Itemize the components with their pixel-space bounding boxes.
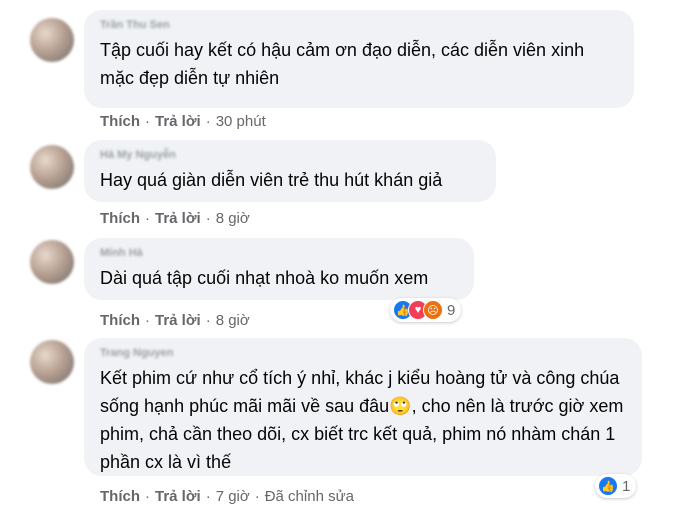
comment-actions: Thích · Trả lời · 8 giờ xyxy=(100,209,250,229)
reaction-count: 1 xyxy=(622,477,631,495)
avatar[interactable] xyxy=(30,240,74,284)
avatar[interactable] xyxy=(30,340,74,384)
comment-actions: Thích · Trả lời · 30 phút xyxy=(100,112,266,132)
reaction-summary[interactable]: 👍 1 xyxy=(595,474,637,498)
reply-button[interactable]: Trả lời xyxy=(155,312,201,329)
reaction-summary[interactable]: 👍 ♥ ☹ 9 xyxy=(390,298,462,322)
comment-text: Hay quá giàn diễn viên trẻ thu hút khán … xyxy=(100,170,443,190)
like-button[interactable]: Thích xyxy=(100,113,140,130)
separator: · xyxy=(205,210,211,227)
comment-text: Dài quá tập cuối nhạt nhoà ko muốn xem xyxy=(100,268,429,288)
like-button[interactable]: Thích xyxy=(100,312,140,329)
comment-author[interactable]: Trần Thu Sen xyxy=(100,18,618,32)
comment-bubble: Minh Hà Dài quá tập cuối nhạt nhoà ko mu… xyxy=(84,238,474,300)
reaction-count: 9 xyxy=(447,301,456,319)
separator: · xyxy=(205,113,211,130)
comment-actions: Thích · Trả lời · 8 giờ xyxy=(100,311,250,331)
separator: · xyxy=(145,488,150,505)
reply-button[interactable]: Trả lời xyxy=(155,113,201,130)
like-icon: 👍 xyxy=(598,476,618,496)
comment-bubble: Trang Nguyen Kết phim cứ như cổ tích ý n… xyxy=(84,338,642,476)
timestamp[interactable]: 8 giờ xyxy=(216,312,250,329)
comment-text: Tập cuối hay kết có hậu cảm ơn đạo diễn,… xyxy=(100,40,585,88)
separator: · xyxy=(254,488,260,505)
timestamp[interactable]: 30 phút xyxy=(216,113,266,130)
angry-icon: ☹ xyxy=(423,300,443,320)
like-button[interactable]: Thích xyxy=(100,210,140,227)
comment-actions: Thích · Trả lời · 7 giờ · Đã chỉnh sửa xyxy=(100,487,354,507)
comment-bubble: Trần Thu Sen Tập cuối hay kết có hậu cảm… xyxy=(84,10,634,108)
timestamp[interactable]: 7 giờ xyxy=(216,488,250,505)
comment-bubble: Hà My Nguyễn Hay quá giàn diễn viên trẻ … xyxy=(84,140,496,202)
comment-text: Kết phim cứ như cổ tích ý nhỉ, khác j ki… xyxy=(100,368,624,472)
like-button[interactable]: Thích xyxy=(100,488,140,505)
reply-button[interactable]: Trả lời xyxy=(155,488,201,505)
separator: · xyxy=(145,210,150,227)
separator: · xyxy=(145,113,150,130)
avatar[interactable] xyxy=(30,145,74,189)
comment-author[interactable]: Hà My Nguyễn xyxy=(100,148,480,162)
separator: · xyxy=(205,312,211,329)
comment-author[interactable]: Minh Hà xyxy=(100,246,458,260)
avatar[interactable] xyxy=(30,18,74,62)
comment-author[interactable]: Trang Nguyen xyxy=(100,346,626,360)
reply-button[interactable]: Trả lời xyxy=(155,210,201,227)
separator: · xyxy=(145,312,150,329)
separator: · xyxy=(205,488,211,505)
timestamp[interactable]: 8 giờ xyxy=(216,210,250,227)
edited-label[interactable]: Đã chỉnh sửa xyxy=(265,488,354,505)
